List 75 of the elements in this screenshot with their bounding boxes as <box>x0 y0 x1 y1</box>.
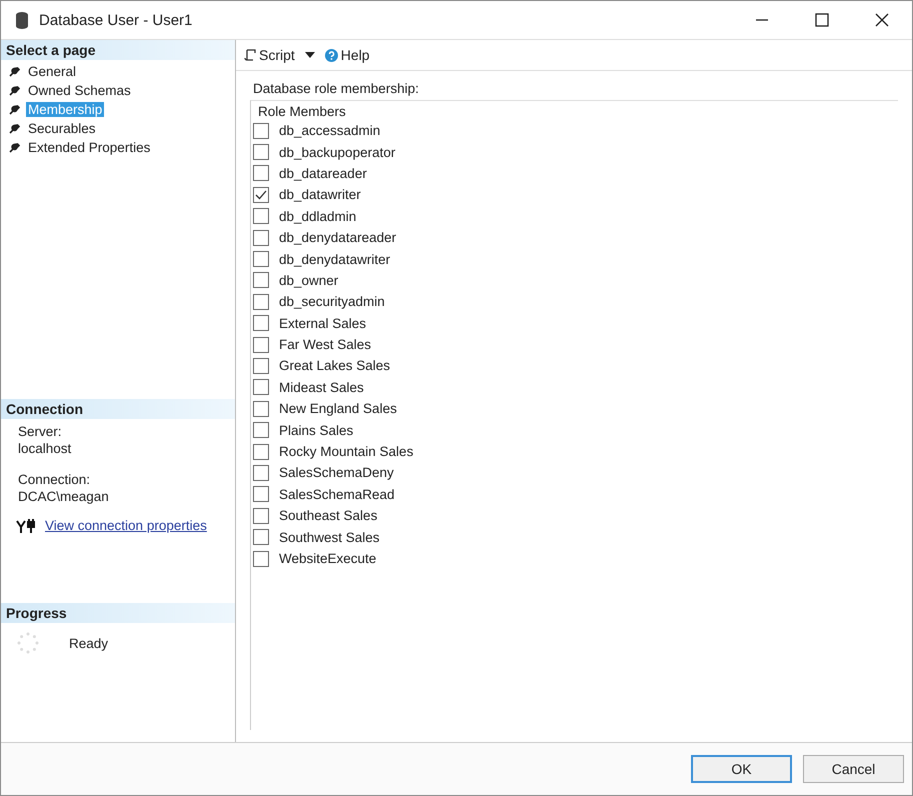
role-name: db_securityadmin <box>279 294 385 310</box>
checkbox[interactable] <box>253 230 269 246</box>
column-header: Role Members <box>257 103 347 120</box>
role-name: SalesSchemaRead <box>279 486 395 502</box>
checkbox[interactable] <box>253 400 269 417</box>
role-name: WebsiteExecute <box>279 551 376 566</box>
window-title: Database User - User1 <box>39 12 192 28</box>
section-header: Progress <box>1 603 235 623</box>
script-icon <box>244 48 256 62</box>
section-header: Connection <box>1 399 235 419</box>
checkbox[interactable] <box>253 486 269 502</box>
checkbox[interactable] <box>253 422 269 438</box>
dropdown-caret-icon[interactable] <box>304 52 315 58</box>
connection-label: Connection: <box>18 471 92 488</box>
role-name: db_accessadmin <box>279 123 380 138</box>
checkbox[interactable] <box>253 464 269 481</box>
page-item[interactable]: General <box>26 64 78 79</box>
checkbox[interactable] <box>253 208 269 224</box>
help-icon <box>324 48 338 62</box>
checkbox[interactable] <box>253 122 269 139</box>
connection-properties-link[interactable]: View connection properties <box>45 518 207 533</box>
role-name: Great Lakes Sales <box>279 358 390 374</box>
help-button[interactable]: Help <box>322 45 372 65</box>
role-name: Rocky Mountain Sales <box>279 444 414 460</box>
server-name: localhost <box>18 440 72 457</box>
wrench-icon <box>9 66 20 77</box>
checkbox[interactable] <box>253 315 269 332</box>
role-name: db_backupoperator <box>279 144 396 160</box>
checkbox[interactable] <box>253 336 269 353</box>
role-name: Mideast Sales <box>279 380 364 395</box>
connection-name: DCAC\meagan <box>18 488 110 505</box>
checkbox[interactable] <box>253 294 269 310</box>
role-name: Plains Sales <box>279 422 354 438</box>
wrench-icon <box>9 85 20 96</box>
role-name: db_ddladmin <box>279 208 356 224</box>
role-name: Far West Sales <box>279 337 372 352</box>
section-header: Select a page <box>1 40 235 60</box>
checkbox[interactable] <box>253 186 269 203</box>
wrench-icon <box>9 142 20 153</box>
checkbox[interactable] <box>253 251 269 268</box>
role-name: db_denydatareader <box>279 230 396 246</box>
spinner-icon <box>16 631 40 655</box>
checkbox[interactable] <box>253 444 269 460</box>
checkbox[interactable] <box>253 529 269 546</box>
checkbox[interactable] <box>253 550 269 566</box>
ok-button[interactable]: OK <box>691 755 792 783</box>
plug-icon <box>16 518 36 532</box>
role-name: SalesSchemaDeny <box>279 465 394 480</box>
role-name: db_owner <box>279 272 338 288</box>
database-icon <box>15 11 29 29</box>
wrench-icon <box>9 104 20 115</box>
script-button[interactable]: Script <box>242 45 297 65</box>
role-name: db_datawriter <box>279 187 361 202</box>
maximize-icon[interactable] <box>814 12 830 28</box>
progress-status: Ready <box>69 636 108 650</box>
wrench-icon <box>9 123 20 134</box>
role-name: Southeast Sales <box>279 508 378 524</box>
checkbox[interactable] <box>253 144 269 160</box>
role-name: db_datareader <box>279 166 367 181</box>
checkbox[interactable] <box>253 358 269 374</box>
checkbox[interactable] <box>253 379 269 396</box>
checkbox[interactable] <box>253 165 269 182</box>
close-icon[interactable] <box>874 12 890 28</box>
page-item[interactable]: Securables <box>26 121 98 136</box>
role-name: db_denydatawriter <box>279 252 390 267</box>
page-item[interactable]: Extended Properties <box>26 140 152 155</box>
page-item[interactable]: Owned Schemas <box>26 83 133 98</box>
checkbox[interactable] <box>253 272 269 288</box>
role-name: External Sales <box>279 316 366 331</box>
role-name: Southwest Sales <box>279 530 380 545</box>
role-name: New England Sales <box>279 401 397 416</box>
checkbox[interactable] <box>253 508 269 524</box>
server-label: Server: <box>18 423 63 440</box>
list-label: Database role membership: <box>253 81 420 96</box>
cancel-button[interactable]: Cancel <box>803 755 904 783</box>
